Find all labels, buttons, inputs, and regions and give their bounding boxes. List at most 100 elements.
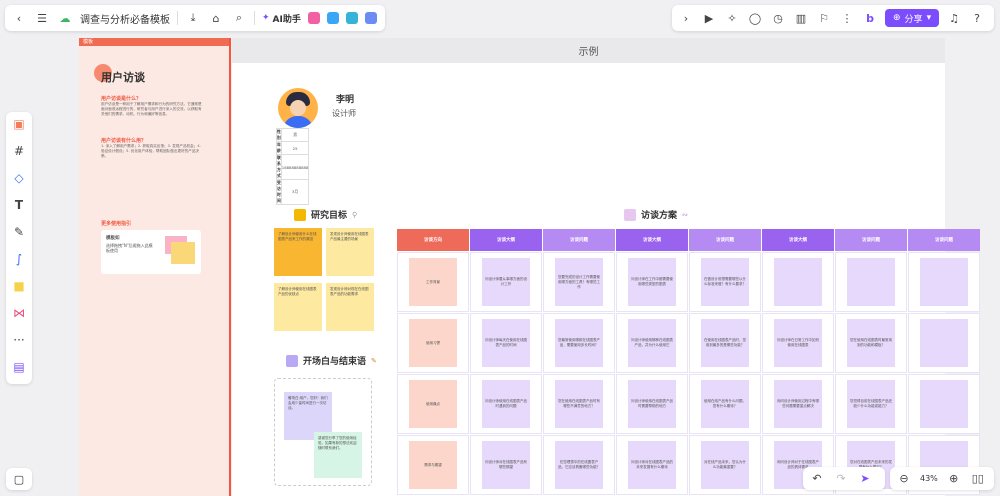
sticky-note[interactable]: 在做设计前想需要哪些以什么标准来做？有什么要求？ <box>701 258 749 306</box>
app-icon-share[interactable] <box>345 12 358 24</box>
sticky-note[interactable]: 问设计师使用在线图表产品时遇到的问题 <box>482 380 530 428</box>
timer-icon[interactable]: ◷ <box>770 10 786 26</box>
app-icon-p[interactable] <box>326 12 339 24</box>
bell-icon[interactable]: ♫ <box>946 10 962 26</box>
menu-icon[interactable]: ☰ <box>34 10 50 26</box>
mindmap-icon[interactable]: ⋈ <box>11 305 27 321</box>
plan-header-cell: 访谈问题 <box>543 229 615 251</box>
sticky-note[interactable] <box>920 258 968 306</box>
back-icon[interactable]: ‹ <box>11 10 27 26</box>
help-icon[interactable]: ? <box>969 10 985 26</box>
plan-cell: 问设计师对在线图表产品的未来发展有什么期待 <box>616 435 688 495</box>
sticky-note[interactable]: 需求与期望 <box>409 441 457 489</box>
more-tools-icon[interactable]: ··· <box>11 332 27 348</box>
sticky-note[interactable]: 使用痛点 <box>409 380 457 428</box>
panel-icon: ▢ <box>13 472 25 486</box>
minimap-icon[interactable]: ▯▯ <box>970 471 986 487</box>
sticky-note[interactable] <box>920 380 968 428</box>
magic-icon[interactable]: ✧ <box>724 10 740 26</box>
sticky-note[interactable]: 您觉得目前在线图表产品还缺少什么功能或能力？ <box>847 380 895 428</box>
sticky-note[interactable]: 问设计师每天在使用在线图表产品的时间 <box>482 319 530 367</box>
document-title[interactable]: 调查与分析必备模板 <box>80 11 170 26</box>
sticky-note-icon[interactable]: ■ <box>11 278 27 294</box>
sticky-note[interactable] <box>847 258 895 306</box>
sticky-note[interactable]: 感谢您分享了您的使用经验，如果有新的想法欢迎随时联系我们。 <box>314 432 362 478</box>
undo-icon[interactable]: ↶ <box>809 471 825 487</box>
doc-title: 用户访谈 <box>101 71 145 84</box>
plan-cell: 在使用在线图表产品时，您用到最多的是哪些功能？ <box>689 313 761 373</box>
doc-strip: 模板 <box>79 38 229 46</box>
ai-assistant-button[interactable]: ✦ AI助手 <box>262 12 301 25</box>
guide-card[interactable]: 模板如 选择拖拽"N"后缀拖入此模板使用 <box>101 230 201 274</box>
shape-icon[interactable]: ◇ <box>11 170 27 186</box>
zoom-out-icon[interactable]: ⊖ <box>896 471 912 487</box>
user-avatar <box>278 88 318 128</box>
plan-cell: 您在使用在线图表产品时有哪些不满意的地方？ <box>543 374 615 434</box>
sticky-note[interactable]: 了解设计师使用什么在线图表产品来工作的原因 <box>274 228 322 276</box>
sticky-note[interactable]: 在使用在线图表产品时，您用到最多的是哪些功能？ <box>701 319 749 367</box>
tag-icon[interactable]: ⌂ <box>208 10 224 26</box>
download-icon[interactable]: ⤓ <box>185 10 201 26</box>
plan-header-cell: 访谈问题 <box>689 229 761 251</box>
sticky-note[interactable]: 使用在线产品有什么问题，您有什么期待？ <box>701 380 749 428</box>
section-text: 1. 深入了解用户需求；2. 获取真实反馈；3. 发现产品机会；4. 验证设计假… <box>101 144 201 158</box>
sticky-note[interactable]: 问设计师对在线图表产品有哪些期望 <box>482 441 530 489</box>
redo-icon[interactable]: ↷ <box>833 471 849 487</box>
bottom-left-panel-button[interactable]: ▢ <box>6 468 32 490</box>
plan-cell: 使用在线产品有什么问题，您有什么期待？ <box>689 374 761 434</box>
sticky-note[interactable]: 问设计师在工作中都需要使用哪些类型的图表 <box>628 258 676 306</box>
plan-cell: 问设计师每天在使用在线图表产品的时间 <box>470 313 542 373</box>
sticky-note[interactable]: 发现设计师对现在在线图表产品的功能需求 <box>326 283 374 331</box>
template-icon[interactable]: ▣ <box>11 116 27 132</box>
comment-icon[interactable]: ◯ <box>747 10 763 26</box>
interview-plan-title: 访谈方案 ∾ <box>624 208 688 221</box>
plan-cell: 在做设计前想需要哪些以什么标准来做？有什么要求？ <box>689 252 761 312</box>
text-icon[interactable]: T <box>11 197 27 213</box>
frame-title: 示例 <box>232 38 945 63</box>
plan-header-cell: 访谈大纲 <box>470 229 542 251</box>
section-heading: 用户访谈有什么用？ <box>101 138 147 144</box>
pen-icon[interactable]: ✎ <box>11 224 27 240</box>
sticky-note[interactable]: 发现设计师使用在线图表产品最主要的场景 <box>326 228 374 276</box>
frame-icon[interactable]: # <box>11 143 27 159</box>
sticky-note[interactable] <box>920 319 968 367</box>
ai-logo-icon: ✦ <box>262 13 270 23</box>
collapse-icon[interactable]: › <box>678 10 694 26</box>
whiteboard-canvas[interactable]: 示例 李明 设计师 性别男 年龄 25 联系方式 18888888888 受访时间 3… <box>232 38 980 496</box>
zoom-level[interactable]: 43% <box>920 474 938 483</box>
more-icon[interactable]: ⋮ <box>839 10 855 26</box>
opening-icon <box>286 354 298 367</box>
play-icon[interactable]: ▶ <box>701 10 717 26</box>
sticky-note[interactable]: 对在线产品未来，您认为什么功能最重要？ <box>701 441 749 489</box>
sticky-note[interactable]: 您在使用在线图表时最常用到的功能和模板？ <box>847 319 895 367</box>
sticky-note[interactable]: 在您理想中的在线图表产品，它应该具备哪些功能？ <box>555 441 603 489</box>
apps-icon[interactable]: ▤ <box>11 359 27 375</box>
sticky-note[interactable]: 问设计师对在线图表产品的未来发展有什么期待 <box>628 441 676 489</box>
user-avatar-icon[interactable]: b <box>862 10 878 26</box>
sticky-note[interactable]: 使用习惯 <box>409 319 457 367</box>
app-icon-pink[interactable] <box>307 12 320 24</box>
opening-closing-title: 开场白与结束语 ✎ <box>286 354 377 367</box>
zoom-in-icon[interactable]: ⊕ <box>946 471 962 487</box>
sticky-note[interactable] <box>774 258 822 306</box>
cursor-icon[interactable]: ➤ <box>857 471 873 487</box>
sticky-note[interactable]: 问设计师使用哪种在线图表产品，并为什么使用它 <box>628 319 676 367</box>
app-icon-chat[interactable] <box>364 12 377 24</box>
sticky-note[interactable]: 您要完成的设计工作需要使用哪方面的工具？有哪些工作 <box>555 258 603 306</box>
chart-icon[interactable]: ▥ <box>793 10 809 26</box>
section-heading: 用户访谈是什么？ <box>101 96 142 102</box>
sticky-note[interactable]: 您在使用在线图表产品时有哪些不满意的地方？ <box>555 380 603 428</box>
plan-cell: 您在使用在线图表时最常用到的功能和模板？ <box>835 313 907 373</box>
sticky-note[interactable]: 您最常使用哪款在线图表产品，需要使用多长时间？ <box>555 319 603 367</box>
plan-direction-cell: 工作背景 <box>397 252 469 312</box>
sticky-note[interactable]: 询问设计师使用过程中有哪些问题需要重点解决 <box>774 380 822 428</box>
share-button[interactable]: ⊕ 分享 ▾ <box>885 9 940 27</box>
vote-icon[interactable]: ⚐ <box>816 10 832 26</box>
sticky-note[interactable]: 工作背景 <box>409 258 457 306</box>
search-icon[interactable]: ⌕ <box>231 10 247 26</box>
connector-icon[interactable]: ∫ <box>11 251 27 267</box>
sticky-note[interactable]: 了解设计师使用在线图表产品的优缺点 <box>274 283 322 331</box>
sticky-note[interactable]: 问设计师使用在线图表产品时需要帮助的地方 <box>628 380 676 428</box>
sticky-note[interactable]: 问设计师在日常工作中如何使用在线图表 <box>774 319 822 367</box>
sticky-note[interactable]: 问设计师要从事哪方面的设计工作 <box>482 258 530 306</box>
